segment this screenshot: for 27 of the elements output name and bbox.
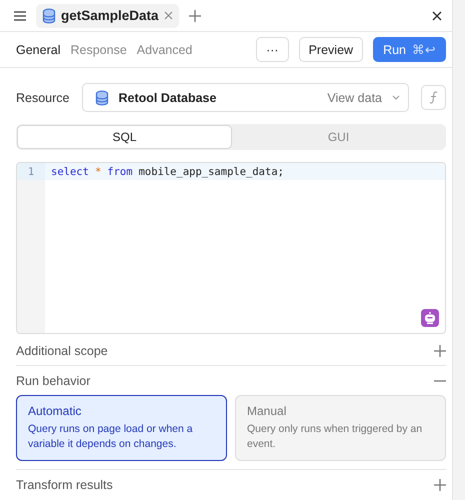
- nav-tab[interactable]: Response: [70, 42, 127, 56]
- run-option-card[interactable]: Automatic Query runs on page load or when a variable it depends on changes.: [16, 395, 227, 461]
- robot-icon[interactable]: [421, 309, 439, 327]
- nav-tab[interactable]: General: [16, 42, 60, 56]
- run-button[interactable]: Run ⌘↩: [373, 37, 446, 62]
- section-title: Transform results: [16, 478, 113, 492]
- resource-label: Resource: [16, 90, 70, 104]
- run-option-card[interactable]: Manual Query only runs when triggered by an event.: [235, 395, 446, 461]
- line-number: 1: [17, 163, 45, 180]
- expand-icon[interactable]: [434, 344, 446, 356]
- code-editor[interactable]: 1 select * from mobile_app_sample_data;: [16, 162, 446, 334]
- more-button[interactable]: ···: [256, 37, 289, 62]
- chevron-down-icon: [392, 95, 400, 100]
- add-tab-icon[interactable]: [188, 10, 201, 22]
- query-tab[interactable]: getSampleData: [36, 4, 179, 28]
- database-icon: [42, 8, 56, 24]
- preview-button[interactable]: Preview: [298, 37, 364, 62]
- section-title: Additional scope: [16, 344, 108, 358]
- mode-tab[interactable]: SQL: [17, 125, 232, 149]
- database-icon: [94, 90, 108, 106]
- menu-icon[interactable]: [14, 10, 26, 20]
- nav-tab[interactable]: Advanced: [136, 42, 192, 56]
- resource-select[interactable]: Retool Database View data: [82, 83, 409, 112]
- close-icon[interactable]: [432, 10, 442, 20]
- expand-icon[interactable]: [434, 478, 446, 490]
- function-icon[interactable]: [421, 85, 446, 110]
- section-title: Run behavior: [16, 374, 90, 388]
